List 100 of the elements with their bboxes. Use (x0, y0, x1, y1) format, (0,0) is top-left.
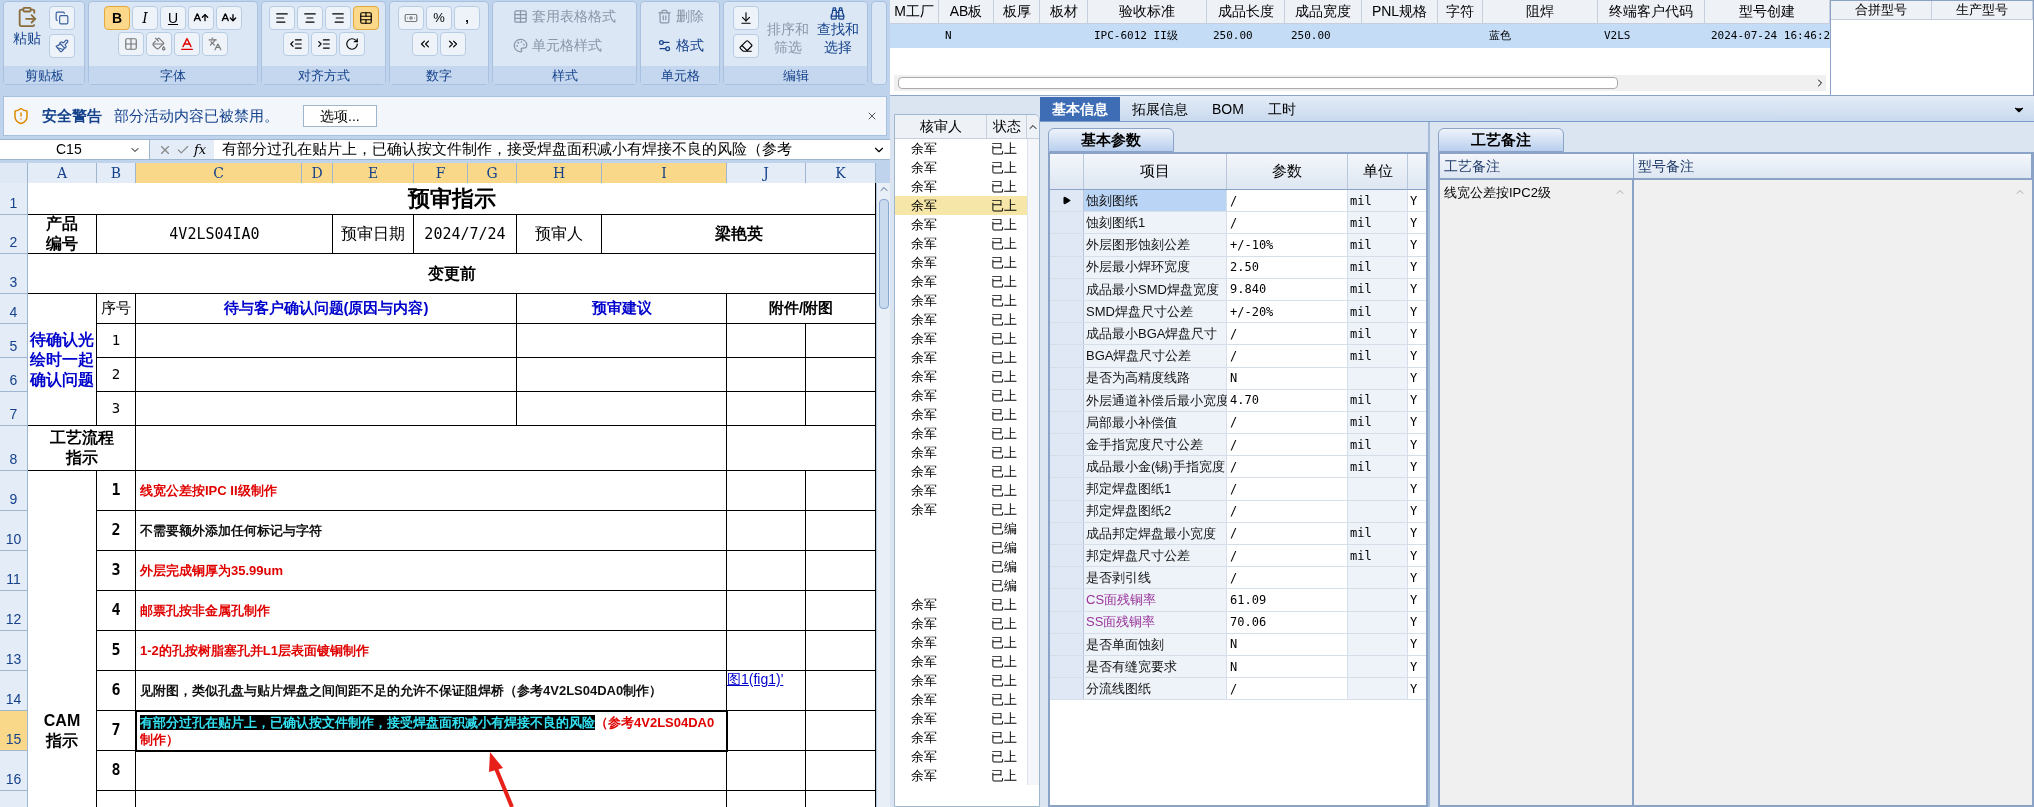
list-row[interactable]: 已编 (895, 538, 1027, 557)
row-header[interactable]: 9 (0, 471, 28, 511)
table-row[interactable]: CS面残铜率 61.09 Y (1050, 589, 1426, 612)
table-row[interactable]: 蚀刻图纸 / mil Y (1050, 190, 1426, 213)
comma-button[interactable]: , (454, 6, 480, 30)
table-row[interactable]: 金手指宽度尺寸公差 / mil Y (1050, 434, 1426, 457)
scrollbar-thumb[interactable] (878, 199, 889, 309)
tab[interactable]: BOM (1200, 97, 1256, 121)
row-header[interactable]: 7 (0, 392, 28, 426)
list-row[interactable]: 余军 已上 (895, 424, 1027, 443)
decrease-indent-button[interactable] (282, 32, 309, 56)
tab[interactable]: 拓展信息 (1120, 97, 1200, 121)
table-row[interactable]: 是否有缝宽要求 N Y (1050, 655, 1426, 679)
list-row[interactable]: 余军 已上 (895, 405, 1027, 424)
list-row[interactable]: 余军 已上 (895, 158, 1027, 177)
column-header[interactable]: D (302, 163, 333, 185)
row-header[interactable]: 6 (0, 358, 28, 392)
table-row[interactable]: 成品最小金(锡)手指宽度 / mil Y (1050, 456, 1426, 479)
list-row[interactable]: 余军 已上 (895, 595, 1027, 614)
row-header[interactable]: 4 (0, 294, 28, 324)
formula-field[interactable]: 有部分过孔在贴片上，已确认按文件制作，接受焊盘面积减小有焊接不良的风险（参考 (214, 138, 872, 161)
attachment-link[interactable]: 图1(fig1)' (727, 671, 790, 689)
list-row[interactable]: 余军 已上 (895, 709, 1027, 728)
row-header[interactable]: 12 (0, 591, 28, 631)
horizontal-scrollbar[interactable] (894, 75, 1826, 91)
table-row[interactable]: 成品邦定焊盘最小宽度 / mil Y (1050, 522, 1426, 545)
list-row[interactable]: 余军 已上 (895, 196, 1027, 215)
paste-button[interactable]: 粘贴 (13, 6, 41, 49)
list-row[interactable]: 余军 已上 (895, 652, 1027, 671)
list-row[interactable]: 余军 已上 (895, 671, 1027, 690)
vertical-scrollbar[interactable] (1027, 139, 1039, 785)
list-row[interactable]: 余军 已上 (895, 177, 1027, 196)
clear-button[interactable] (732, 34, 759, 58)
column-header[interactable]: H (517, 163, 602, 185)
column-header[interactable]: K (806, 163, 876, 185)
table-row[interactable]: 外层通道补偿后最小宽度 4.70 mil Y (1050, 389, 1426, 412)
table-row[interactable]: 是否单面蚀刻 N Y (1050, 633, 1426, 656)
bold-button[interactable]: B (104, 6, 130, 30)
panel-tab[interactable]: 工艺备注 (1438, 128, 1564, 152)
borders-button[interactable] (118, 32, 144, 56)
list-row[interactable]: 余军 已上 (895, 234, 1027, 253)
table-row[interactable]: SMD焊盘尺寸公差 +/-20% mil Y (1050, 300, 1426, 324)
table-row[interactable]: 邦定焊盘尺寸公差 / mil Y (1050, 545, 1426, 568)
list-row[interactable]: 余军 已上 (895, 272, 1027, 291)
row-header[interactable]: 3 (0, 254, 28, 294)
table-row[interactable]: 成品最小BGA焊盘尺寸 / mil Y (1050, 323, 1426, 346)
list-row[interactable]: 余军 已上 (895, 728, 1027, 747)
table-row[interactable]: 蚀刻图纸1 / mil Y (1050, 212, 1426, 235)
column-heading[interactable]: 单位 (1348, 154, 1408, 189)
row-header[interactable]: 15 (0, 711, 28, 751)
list-row[interactable]: 余军 已上 (895, 139, 1027, 158)
shrink-font-button[interactable] (216, 6, 242, 30)
tab[interactable]: 工时 (1255, 97, 1308, 121)
column-header[interactable]: F (414, 163, 468, 185)
options-button[interactable]: 选项... (303, 105, 377, 127)
table-row[interactable]: BGA焊盘尺寸公差 / mil Y (1050, 345, 1426, 368)
row-header[interactable]: 11 (0, 551, 28, 591)
copy-button[interactable] (49, 6, 75, 30)
ribbon-command[interactable]: 格式 (656, 35, 704, 56)
list-row[interactable]: 余军 已上 (895, 329, 1027, 348)
orientation-button[interactable] (338, 32, 365, 56)
list-row[interactable]: 已编 (895, 576, 1027, 595)
list-row[interactable]: 余军 已上 (895, 443, 1027, 462)
align-left-button[interactable] (268, 6, 295, 30)
percent-button[interactable]: % (426, 6, 452, 30)
column-heading[interactable]: 参数 (1227, 154, 1348, 189)
column-heading[interactable]: 合拼型号 (1831, 1, 1932, 20)
column-header[interactable]: E (333, 163, 414, 185)
list-row[interactable]: 余军 已上 (895, 747, 1027, 766)
italic-button[interactable]: I (132, 6, 158, 30)
column-heading[interactable]: 核审人 (895, 115, 987, 138)
list-row[interactable]: 余军 已上 (895, 386, 1027, 405)
table-row[interactable]: 是否为高精度线路 N Y (1050, 367, 1426, 390)
list-row[interactable]: 余军 已上 (895, 462, 1027, 481)
row-header[interactable]: 2 (0, 215, 28, 254)
column-header[interactable]: J (727, 163, 806, 185)
list-row[interactable]: 余军 已上 (895, 766, 1027, 785)
column-heading[interactable]: 生产型号 (1932, 1, 2033, 20)
decrease-decimal-button[interactable] (440, 32, 466, 56)
list-row[interactable]: 余军 已上 (895, 367, 1027, 386)
fill-color-button[interactable] (146, 32, 172, 56)
list-row[interactable]: 余军 已上 (895, 215, 1027, 234)
align-center-button[interactable] (296, 6, 323, 30)
format-painter-button[interactable] (49, 34, 75, 58)
panel-tab[interactable]: 基本参数 (1048, 128, 1174, 152)
column-heading[interactable]: 项目 (1084, 154, 1227, 189)
table-row[interactable]: 外层最小焊环宽度 2.50 mil Y (1050, 256, 1426, 279)
column-heading[interactable]: 状态 (987, 115, 1027, 138)
ribbon-command[interactable]: 查找和选择 (816, 6, 859, 56)
list-row[interactable]: 余军 已上 (895, 348, 1027, 367)
column-header[interactable]: I (602, 163, 727, 185)
table-row[interactable]: 邦定焊盘图纸1 / Y (1050, 478, 1426, 501)
grow-font-button[interactable] (188, 6, 214, 30)
column-header[interactable]: C (136, 163, 302, 185)
row-header[interactable]: 10 (0, 511, 28, 551)
list-row[interactable]: 余军 已上 (895, 253, 1027, 272)
table-row[interactable]: 外层图形蚀刻公差 +/-10% mil Y (1050, 234, 1426, 257)
row-header[interactable]: 16 (0, 751, 28, 791)
list-row[interactable]: 余军 已上 (895, 500, 1027, 519)
column-header[interactable]: B (97, 163, 136, 185)
